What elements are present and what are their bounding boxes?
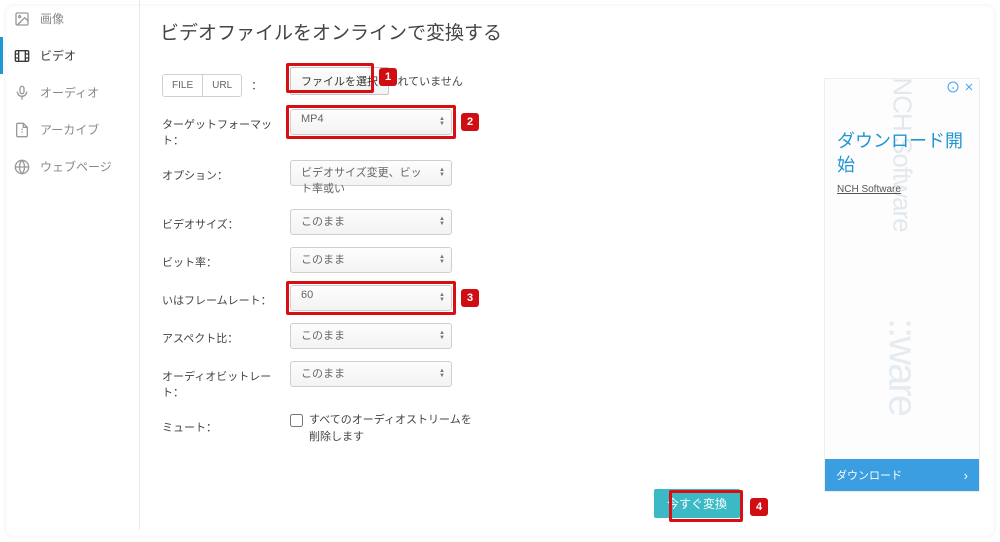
row-options: オプション： ビデオサイズ変更、ビット率或い <box>160 160 800 197</box>
label-target-format: ターゲットフォーマット： <box>160 109 290 148</box>
annotation-badge-1: 1 <box>379 68 397 86</box>
mute-checkbox[interactable] <box>290 414 303 427</box>
label-mute: ミュート： <box>160 412 290 435</box>
label-options: オプション： <box>160 160 290 183</box>
sidebar-item-label: アーカイブ <box>40 121 99 138</box>
choose-file-button[interactable]: ファイルを選択 <box>290 67 389 95</box>
label-aspect: アスペクト比： <box>160 323 290 346</box>
file-tab[interactable]: FILE <box>163 75 202 96</box>
ad-watermark-text-2: ::ware <box>880 318 925 415</box>
ad-info-close[interactable] <box>947 81 975 93</box>
audio-icon <box>14 85 30 101</box>
row-framerate: いはフレームレート： 60 3 <box>160 285 800 311</box>
sidebar: 画像 ビデオ オーディオ アーカイブ ウェブページ <box>0 0 140 530</box>
info-icon <box>947 81 959 93</box>
webpage-icon <box>14 159 30 175</box>
sidebar-item-label: ビデオ <box>40 47 76 64</box>
row-audio-bitrate: オーディオビットレート： このまま <box>160 361 800 400</box>
select-target-format[interactable]: MP4 <box>290 109 452 135</box>
select-aspect[interactable]: このまま <box>290 323 452 349</box>
file-url-toggle: FILE URL <box>162 74 242 97</box>
video-icon <box>14 48 30 64</box>
url-tab[interactable]: URL <box>202 75 241 96</box>
file-status-text: れていません <box>397 76 462 88</box>
mute-checkbox-row: すべてのオーディオストリームを削除します <box>290 412 474 445</box>
select-framerate-wrapper: 60 <box>290 285 452 311</box>
sidebar-item-label: オーディオ <box>40 84 99 101</box>
select-audio-bitrate[interactable]: このまま <box>290 361 452 387</box>
ad-cta-button[interactable]: ダウンロード › <box>825 459 979 491</box>
sidebar-item-image[interactable]: 画像 <box>0 0 139 37</box>
row-video-size: ビデオサイズ： このまま <box>160 209 800 235</box>
select-video-size-wrapper: このまま <box>290 209 452 235</box>
label-bitrate: ビット率： <box>160 247 290 270</box>
ad-cta-label: ダウンロード <box>836 467 902 483</box>
archive-icon <box>14 122 30 138</box>
row-bitrate: ビット率： このまま <box>160 247 800 273</box>
convert-button[interactable]: 今すぐ変換 <box>654 489 740 518</box>
sidebar-item-webpage[interactable]: ウェブページ <box>0 148 139 185</box>
sidebar-item-video[interactable]: ビデオ <box>0 37 139 74</box>
annotation-badge-3: 3 <box>461 289 479 307</box>
source-label-area: FILE URL ： <box>160 67 290 97</box>
annotation-badge-2: 2 <box>461 113 479 131</box>
sidebar-item-label: ウェブページ <box>40 158 112 175</box>
select-audio-bitrate-wrapper: このまま <box>290 361 452 387</box>
select-options[interactable]: ビデオサイズ変更、ビット率或い <box>290 160 452 186</box>
select-bitrate[interactable]: このまま <box>290 247 452 273</box>
select-aspect-wrapper: このまま <box>290 323 452 349</box>
select-options-wrapper: ビデオサイズ変更、ビット率或い <box>290 160 452 186</box>
image-icon <box>14 11 30 27</box>
sidebar-item-label: 画像 <box>40 10 64 27</box>
source-control: ファイルを選択 れていません 1 <box>290 67 463 95</box>
sidebar-item-archive[interactable]: アーカイブ <box>0 111 139 148</box>
select-video-size[interactable]: このまま <box>290 209 452 235</box>
ad-subtext: NCH Software <box>837 184 901 195</box>
row-mute: ミュート： すべてのオーディオストリームを削除します <box>160 412 800 445</box>
page-title: ビデオファイルをオンラインで変換する <box>160 18 800 45</box>
select-target-format-wrapper: MP4 <box>290 109 452 135</box>
colon: ： <box>248 80 262 92</box>
ad-panel: NCH Software ::ware ダウンロード開始 NCH Softwar… <box>824 78 980 492</box>
mute-checkbox-label: すべてのオーディオストリームを削除します <box>309 412 474 445</box>
row-source: FILE URL ： ファイルを選択 れていません 1 <box>160 67 800 97</box>
row-target-format: ターゲットフォーマット： MP4 2 <box>160 109 800 148</box>
select-bitrate-wrapper: このまま <box>290 247 452 273</box>
annotation-badge-4: 4 <box>750 498 768 516</box>
select-framerate[interactable]: 60 <box>290 285 452 311</box>
label-video-size: ビデオサイズ： <box>160 209 290 232</box>
chevron-right-icon: › <box>964 468 968 483</box>
close-icon <box>963 81 975 93</box>
label-audio-bitrate: オーディオビットレート： <box>160 361 290 400</box>
label-framerate: いはフレームレート： <box>160 285 290 308</box>
row-aspect: アスペクト比： このまま <box>160 323 800 349</box>
sidebar-item-audio[interactable]: オーディオ <box>0 74 139 111</box>
ad-headline: ダウンロード開始 <box>837 129 979 178</box>
main-area: ビデオファイルをオンラインで変換する FILE URL ： ファイルを選択 れて… <box>160 18 800 457</box>
